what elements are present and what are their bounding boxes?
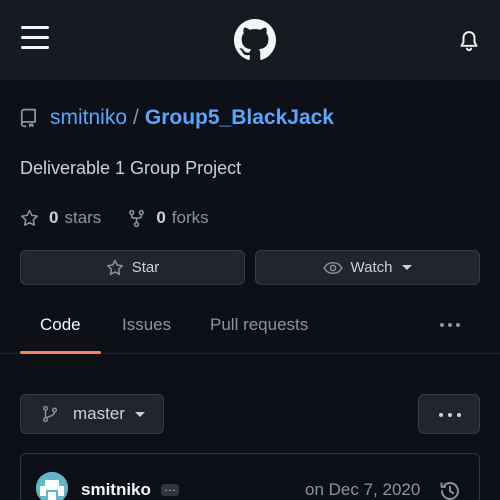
forks-link[interactable]: 0 forks — [127, 208, 209, 228]
git-branch-icon — [42, 405, 58, 423]
history-icon[interactable] — [439, 480, 461, 500]
branch-name: master — [73, 404, 125, 423]
tab-code[interactable]: Code — [40, 315, 81, 335]
repo-tabs: Code Issues Pull requests — [0, 300, 500, 354]
top-bar — [0, 0, 500, 80]
forks-count: 0 — [156, 208, 166, 227]
stars-label: stars — [64, 208, 102, 227]
forks-label: forks — [171, 208, 209, 227]
star-icon — [21, 209, 38, 226]
chevron-down-icon — [402, 265, 413, 270]
commit-author[interactable]: smitniko — [81, 480, 151, 500]
hamburger-menu-icon[interactable] — [21, 26, 49, 50]
repo-icon — [20, 108, 36, 128]
star-button-label: Star — [131, 259, 160, 276]
commit-date: on Dec 7, 2020 — [305, 480, 421, 499]
github-logo-icon[interactable] — [234, 19, 276, 61]
more-options-button[interactable] — [418, 394, 480, 434]
commit-message-expand-button[interactable]: … — [161, 481, 179, 496]
bell-icon[interactable] — [458, 30, 480, 52]
latest-commit-box: smitniko … on Dec 7, 2020 — [20, 453, 480, 500]
eye-icon — [322, 261, 343, 274]
kebab-icon — [439, 413, 443, 417]
selected-tab-indicator — [20, 351, 101, 354]
watch-button[interactable]: Watch — [255, 250, 480, 285]
repo-description: Deliverable 1 Group Project — [20, 158, 242, 178]
repo-owner-link[interactable]: smitniko — [50, 106, 127, 130]
repo-title: smitniko / Group5_BlackJack — [20, 104, 334, 132]
stars-count: 0 — [49, 208, 59, 227]
tab-issues[interactable]: Issues — [122, 315, 171, 335]
star-icon — [106, 259, 123, 275]
fork-icon — [129, 209, 145, 227]
repo-name-link[interactable]: Group5_BlackJack — [145, 106, 334, 130]
repo-stats: 0 stars 0 forks — [20, 206, 235, 230]
watch-button-label: Watch — [350, 259, 393, 276]
stars-link[interactable]: 0 stars — [20, 208, 101, 228]
more-tabs-icon[interactable] — [438, 314, 462, 334]
star-button[interactable]: Star — [20, 250, 245, 285]
chevron-down-icon — [134, 411, 145, 417]
avatar[interactable] — [36, 472, 68, 500]
branch-selector-button[interactable]: master — [20, 394, 164, 434]
repo-path-separator: / — [133, 106, 139, 129]
tab-pull-requests[interactable]: Pull requests — [210, 315, 308, 335]
